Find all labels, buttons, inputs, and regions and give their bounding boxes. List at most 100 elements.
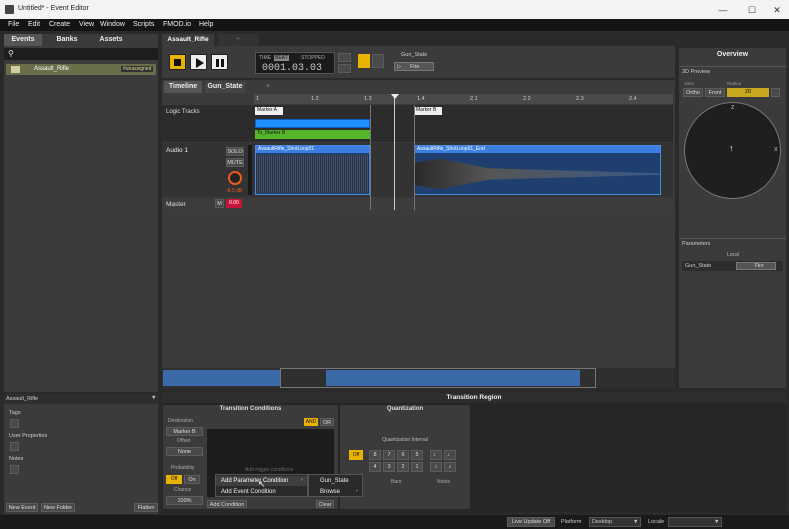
menu-file[interactable]: File <box>8 21 19 28</box>
eighth-note-icon[interactable]: ♪ <box>430 462 442 472</box>
search-input[interactable]: ⚲ <box>4 48 158 60</box>
tab-assets[interactable]: Assets <box>92 34 130 46</box>
submenu-gun-state-item[interactable]: Gun_State <box>309 476 362 486</box>
event-browser: Events Banks Assets ⚲ Assault_Rifle #una… <box>4 34 158 392</box>
master-track-row: Master M 0.00 <box>162 198 673 210</box>
menu-view[interactable]: View <box>79 21 94 28</box>
bars-6-button[interactable]: 6 <box>397 450 409 460</box>
user-props-edit-button[interactable] <box>10 442 19 451</box>
event-item[interactable]: Assault_Rifle #unassigned <box>6 64 156 75</box>
front-button[interactable]: Front <box>705 88 725 97</box>
mute-button[interactable]: MUTE <box>226 158 244 167</box>
quantization-off-button[interactable]: Off <box>349 450 363 460</box>
menu-help[interactable]: Help <box>199 21 213 28</box>
sixteenth-note-icon[interactable]: ♪ <box>444 462 456 472</box>
tab-events[interactable]: Events <box>4 34 42 46</box>
transport-param-field[interactable]: ▷ Fire <box>394 62 434 71</box>
add-tab-button[interactable]: + <box>218 34 258 46</box>
preview-title[interactable]: 3D Preview <box>682 69 710 75</box>
playhead-icon[interactable] <box>391 94 399 99</box>
radius-input[interactable]: 20 <box>727 88 769 97</box>
menu-create[interactable]: Create <box>49 21 70 28</box>
flatten-button[interactable]: Flatten <box>134 503 158 512</box>
metronome-icon[interactable] <box>338 64 351 73</box>
parameter-row[interactable]: Gun_State Fire <box>682 261 783 271</box>
tab-gun-state[interactable]: Gun_State <box>205 81 245 93</box>
local-label: Local <box>727 252 739 258</box>
bars-5-button[interactable]: 5 <box>411 450 423 460</box>
or-button[interactable]: OR <box>320 418 334 426</box>
add-condition-button[interactable]: Add Condition <box>207 500 247 508</box>
locale-select[interactable]: ▼ <box>668 517 722 527</box>
panner-3d[interactable]: Z X ↑ <box>684 102 781 199</box>
audio-track-name[interactable]: Audio 1 <box>166 147 188 154</box>
probability-off-button[interactable]: Off <box>166 475 182 484</box>
probability-on-button[interactable]: On <box>184 475 200 484</box>
menu-fmodio[interactable]: FMOD.io <box>163 21 191 28</box>
submenu-browse-item[interactable]: Browse <box>309 487 362 497</box>
clip-shot-loop-end[interactable]: AssaultRifle_ShotLoop01_End <box>414 145 661 195</box>
destination-select[interactable]: Marker B <box>166 427 203 436</box>
list-view-icon[interactable] <box>358 54 370 68</box>
and-button[interactable]: AND <box>304 418 318 426</box>
marker-a[interactable]: Marker A <box>255 107 283 115</box>
notes-edit-button[interactable] <box>10 465 19 474</box>
ruler[interactable]: 1 1.2 1.3 1.4 2.1 2.2 2.3 2.4 <box>254 94 673 104</box>
menu-edit[interactable]: Edit <box>28 21 40 28</box>
loop-icon[interactable] <box>338 53 351 62</box>
pause-button[interactable] <box>211 54 228 70</box>
stop-button[interactable] <box>169 54 186 70</box>
platform-select[interactable]: Desktop ▼ <box>589 517 641 527</box>
overview-title: Overview <box>716 51 749 58</box>
master-level[interactable]: 0.00 <box>226 199 242 208</box>
transition-region[interactable]: To_Marker B <box>255 130 370 139</box>
master-track-name[interactable]: Master <box>166 201 186 208</box>
menu-scripts[interactable]: Scripts <box>133 21 154 28</box>
maximize-button[interactable]: ☐ <box>742 3 762 17</box>
event-editor-tab[interactable]: Assault_Rifle <box>162 34 214 46</box>
user-props-label: User Properties <box>9 433 48 439</box>
tab-timeline[interactable]: Timeline <box>164 81 202 93</box>
volume-knob[interactable] <box>228 171 242 185</box>
deck-view-icon[interactable] <box>372 54 384 68</box>
new-folder-button[interactable]: New Folder <box>41 503 75 512</box>
parameter-value-field[interactable]: Fire <box>736 262 776 270</box>
view-label: View <box>684 81 694 86</box>
bars-4-button[interactable]: 4 <box>369 462 381 472</box>
overview-viewport[interactable] <box>280 368 596 388</box>
menu-window[interactable]: Window <box>100 21 125 28</box>
bars-8-button[interactable]: 8 <box>369 450 381 460</box>
loop-region[interactable] <box>255 119 370 128</box>
master-mute-button[interactable]: M <box>215 199 224 208</box>
chance-input[interactable]: 100% <box>166 496 203 505</box>
add-sheet-button[interactable]: + <box>249 81 287 93</box>
logic-tracks-label: Logic Tracks <box>166 109 200 115</box>
play-button[interactable] <box>190 54 207 70</box>
parameters-title[interactable]: Parameters <box>682 241 710 247</box>
bars-7-button[interactable]: 7 <box>383 450 395 460</box>
quarter-note-icon[interactable]: ♩ <box>444 450 456 460</box>
half-note-icon[interactable]: ♩ <box>430 450 442 460</box>
bars-2-button[interactable]: 2 <box>397 462 409 472</box>
ortho-button[interactable]: Ortho <box>683 88 703 97</box>
new-event-button[interactable]: New Event <box>6 503 38 512</box>
playhead[interactable] <box>394 94 395 210</box>
collapse-icon[interactable]: ▼ <box>151 395 156 401</box>
transport-param-name: Gun_State <box>401 52 428 58</box>
overview-strip[interactable] <box>162 368 675 388</box>
offset-select[interactable]: None <box>166 447 203 456</box>
minimize-button[interactable]: — <box>713 3 733 17</box>
bars-3-button[interactable]: 3 <box>383 462 395 472</box>
clear-conditions-button[interactable]: Clear <box>316 500 334 508</box>
live-update-button[interactable]: Live Update Off <box>507 517 555 527</box>
solo-button[interactable]: SOLO <box>226 147 244 156</box>
marker-b[interactable]: Marker B <box>414 107 442 115</box>
region-line <box>370 105 371 210</box>
radius-link-icon[interactable] <box>771 88 780 97</box>
close-button[interactable]: ✕ <box>767 3 787 17</box>
tags-edit-button[interactable] <box>10 419 19 428</box>
clip-shot-loop[interactable]: AssaultRifle_ShotLoop01 <box>255 145 370 195</box>
bars-1-button[interactable]: 1 <box>411 462 423 472</box>
tab-banks[interactable]: Banks <box>48 34 86 46</box>
time-display[interactable]: TIME BEAT STOPPED 0001.03.03 <box>255 52 335 74</box>
